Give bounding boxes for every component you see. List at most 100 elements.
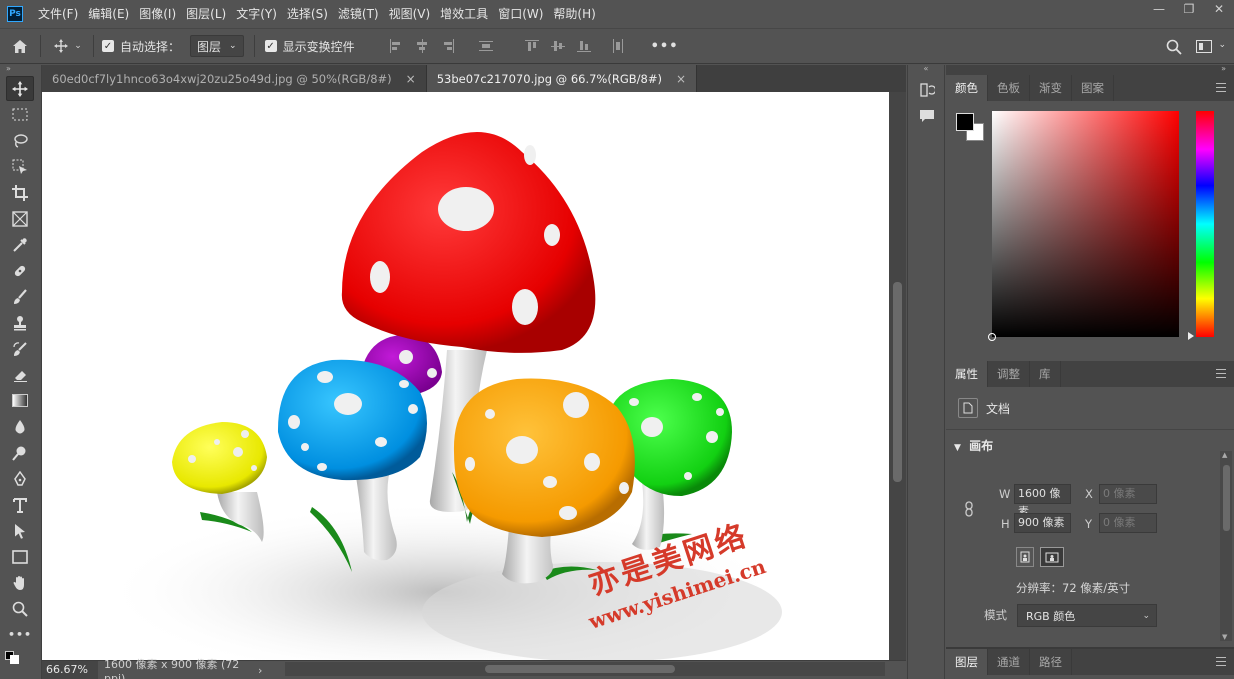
- tab-color[interactable]: 颜色: [946, 75, 988, 101]
- menu-layer[interactable]: 图层(L): [181, 0, 231, 28]
- align-right-icon[interactable]: [441, 39, 455, 53]
- restore-button[interactable]: ❐: [1174, 0, 1204, 18]
- eyedropper-tool[interactable]: [6, 232, 34, 257]
- home-button[interactable]: [0, 39, 40, 54]
- distribute-icon[interactable]: [478, 39, 493, 53]
- tab-adjustments[interactable]: 调整: [988, 361, 1030, 387]
- status-arrow-icon[interactable]: ›: [258, 664, 278, 677]
- align-top-icon[interactable]: [524, 39, 539, 53]
- collapse-panels-icon[interactable]: »: [946, 65, 1234, 75]
- stamp-tool[interactable]: [6, 310, 34, 335]
- scroll-thumb[interactable]: [485, 665, 675, 673]
- eraser-tool[interactable]: [6, 362, 34, 387]
- panel-menu-icon[interactable]: [1216, 369, 1226, 378]
- width-input[interactable]: 1600 像素: [1014, 484, 1071, 518]
- height-input[interactable]: 900 像素: [1014, 513, 1071, 533]
- canvas-section-header[interactable]: ▼ 画布: [946, 429, 1234, 454]
- properties-scrollbar[interactable]: ▲ ▼: [1220, 451, 1232, 641]
- tab-document-2[interactable]: 53be07c217070.jpg @ 66.7%(RGB/8#) ×: [426, 65, 698, 92]
- canvas-vertical-scrollbar[interactable]: [889, 92, 906, 660]
- type-tool[interactable]: [6, 492, 34, 517]
- frame-tool[interactable]: [6, 206, 34, 231]
- history-icon[interactable]: [915, 79, 939, 101]
- hue-slider-marker[interactable]: [1188, 332, 1194, 340]
- tab-patterns[interactable]: 图案: [1072, 75, 1114, 101]
- move-tool[interactable]: [6, 76, 34, 101]
- canvas-horizontal-scrollbar[interactable]: [285, 662, 885, 676]
- zoom-level[interactable]: 66.67%: [42, 661, 98, 679]
- color-swatches-mini[interactable]: [0, 647, 41, 667]
- move-tool-preset-icon[interactable]: [51, 39, 71, 53]
- align-bottom-icon[interactable]: [576, 39, 591, 53]
- tab-libraries[interactable]: 库: [1030, 361, 1061, 387]
- healing-tool[interactable]: [6, 258, 34, 283]
- chevron-down-icon[interactable]: ⌄: [1218, 40, 1226, 50]
- marquee-tool[interactable]: [6, 102, 34, 127]
- tab-document-1[interactable]: 60ed0cf7ly1hnco63o4xwj20zu25o49d.jpg @ 5…: [42, 65, 427, 92]
- pen-tool[interactable]: [6, 466, 34, 491]
- x-input[interactable]: 0 像素: [1099, 484, 1157, 504]
- align-left-icon[interactable]: [389, 39, 403, 53]
- dodge-tool[interactable]: [6, 440, 34, 465]
- align-vcenter-icon[interactable]: [550, 39, 565, 53]
- crop-tool[interactable]: [6, 180, 34, 205]
- portrait-orientation-button[interactable]: [1016, 547, 1034, 567]
- expand-panels-icon[interactable]: «: [908, 65, 944, 75]
- path-select-tool[interactable]: [6, 518, 34, 543]
- scroll-thumb[interactable]: [1223, 465, 1230, 531]
- scroll-thumb[interactable]: [893, 282, 902, 482]
- object-select-tool[interactable]: [6, 154, 34, 179]
- foreground-color-swatch[interactable]: [956, 113, 974, 131]
- tab-channels[interactable]: 通道: [988, 649, 1030, 675]
- close-tab-icon[interactable]: ×: [406, 72, 416, 86]
- menu-edit[interactable]: 编辑(E): [83, 0, 134, 28]
- tab-gradients[interactable]: 渐变: [1030, 75, 1072, 101]
- align-hcenter-icon[interactable]: [415, 39, 429, 53]
- close-window-button[interactable]: ✕: [1204, 0, 1234, 18]
- y-input[interactable]: 0 像素: [1099, 513, 1157, 533]
- brush-tool[interactable]: [6, 284, 34, 309]
- workspace-icon[interactable]: [1196, 40, 1212, 53]
- menu-image[interactable]: 图像(I): [134, 0, 181, 28]
- show-transform-checkbox[interactable]: ✓: [264, 40, 277, 52]
- tab-properties[interactable]: 属性: [946, 361, 988, 387]
- landscape-orientation-button[interactable]: [1040, 547, 1064, 567]
- menu-file[interactable]: 文件(F): [33, 0, 83, 28]
- zoom-tool[interactable]: [6, 596, 34, 621]
- collapse-toolbar-icon[interactable]: »: [0, 65, 41, 75]
- tab-layers[interactable]: 图层: [946, 649, 988, 675]
- mode-dropdown[interactable]: RGB 颜色 ⌄: [1017, 604, 1157, 627]
- menu-help[interactable]: 帮助(H): [548, 0, 600, 28]
- blur-tool[interactable]: [6, 414, 34, 439]
- menu-view[interactable]: 视图(V): [384, 0, 436, 28]
- color-picker-field[interactable]: [988, 111, 1179, 341]
- panel-menu-icon[interactable]: [1216, 83, 1226, 92]
- close-tab-icon[interactable]: ×: [676, 72, 686, 86]
- menu-filter[interactable]: 滤镜(T): [333, 0, 384, 28]
- menu-type[interactable]: 文字(Y): [231, 0, 282, 28]
- more-options-button[interactable]: •••: [651, 39, 679, 54]
- menu-window[interactable]: 窗口(W): [493, 0, 548, 28]
- panel-menu-icon[interactable]: [1216, 657, 1226, 666]
- comments-icon[interactable]: [915, 105, 939, 127]
- gradient-tool[interactable]: [6, 388, 34, 413]
- menu-select[interactable]: 选择(S): [282, 0, 333, 28]
- tab-swatches[interactable]: 色板: [988, 75, 1030, 101]
- distribute-vertical-icon[interactable]: [611, 39, 625, 53]
- picker-cursor[interactable]: [988, 333, 996, 341]
- search-icon[interactable]: [1166, 39, 1182, 58]
- more-tools-icon[interactable]: •••: [6, 622, 34, 647]
- hand-tool[interactable]: [6, 570, 34, 595]
- hue-slider[interactable]: [1196, 111, 1214, 337]
- chevron-down-icon[interactable]: ⌄: [71, 41, 85, 51]
- history-brush-tool[interactable]: [6, 336, 34, 361]
- auto-select-checkbox[interactable]: ✓: [102, 40, 114, 52]
- minimize-button[interactable]: —: [1144, 0, 1174, 18]
- scroll-down-icon[interactable]: ▼: [1222, 633, 1227, 641]
- rectangle-tool[interactable]: [6, 544, 34, 569]
- scroll-up-icon[interactable]: ▲: [1222, 451, 1227, 459]
- lasso-tool[interactable]: [6, 128, 34, 153]
- link-dimensions-icon[interactable]: [964, 501, 974, 520]
- tab-paths[interactable]: 路径: [1030, 649, 1072, 675]
- auto-select-dropdown[interactable]: 图层 ⌄: [190, 35, 244, 57]
